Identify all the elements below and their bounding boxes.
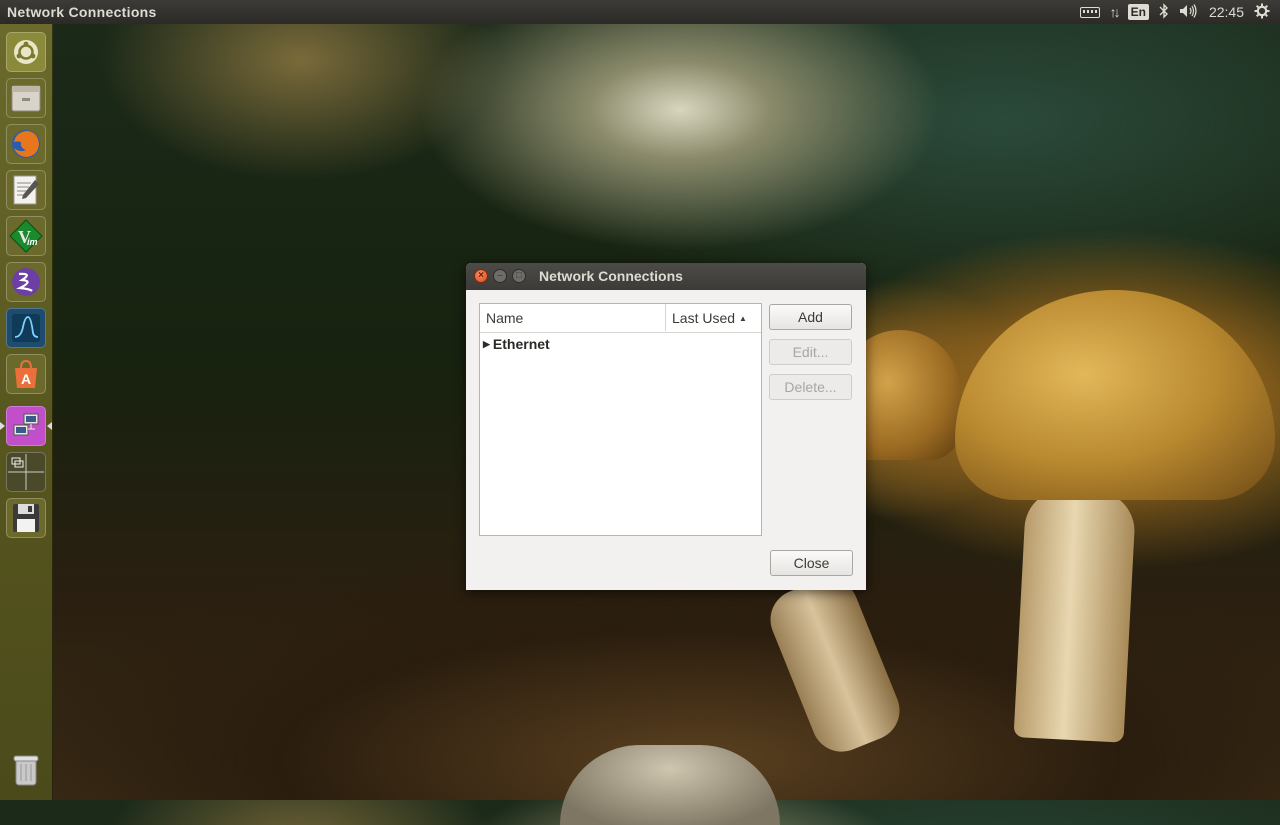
- list-header: Name Last Used ▲: [480, 304, 761, 333]
- list-item-label: Ethernet: [492, 336, 550, 352]
- gear-icon[interactable]: [1254, 3, 1270, 22]
- dialog-titlebar[interactable]: × – □ Network Connections: [466, 263, 866, 290]
- firefox-icon[interactable]: [6, 124, 46, 164]
- wallpaper-mushroom-large-stem: [1013, 487, 1137, 743]
- svg-text:A: A: [21, 371, 31, 387]
- software-center-icon[interactable]: A: [6, 354, 46, 394]
- wallpaper-rock: [560, 745, 780, 825]
- edit-button[interactable]: Edit...: [769, 339, 852, 365]
- connections-list[interactable]: Name Last Used ▲ ▶ Ethernet: [479, 303, 762, 536]
- expander-arrow-icon[interactable]: ▶: [483, 339, 490, 350]
- list-item[interactable]: ▶ Ethernet: [483, 336, 550, 352]
- bluetooth-icon[interactable]: [1159, 2, 1169, 22]
- maximize-icon: □: [515, 270, 523, 281]
- system-tray: ↑↓ En 22:45: [1079, 0, 1280, 24]
- launcher: Vim A: [0, 24, 53, 800]
- dialog-title: Network Connections: [539, 268, 683, 284]
- minimize-icon: –: [497, 270, 503, 281]
- column-header-last-used-label: Last Used: [672, 310, 736, 326]
- sort-ascending-icon: ▲: [739, 314, 747, 323]
- files-icon[interactable]: [6, 78, 46, 118]
- column-header-last-used[interactable]: Last Used ▲: [672, 310, 747, 326]
- system-monitor-icon[interactable]: [6, 308, 46, 348]
- wallpaper-mushroom-large-cap: [955, 290, 1275, 500]
- window-maximize-button[interactable]: □: [512, 269, 526, 283]
- close-button[interactable]: Close: [770, 550, 853, 576]
- vim-icon[interactable]: Vim: [6, 216, 46, 256]
- network-connections-dialog: × – □ Network Connections Name Last Used…: [466, 263, 866, 590]
- network-arrows-icon[interactable]: ↑↓: [1110, 4, 1121, 20]
- column-separator[interactable]: [665, 304, 666, 331]
- active-app-title: Network Connections: [7, 4, 157, 20]
- ubuntu-dash-icon[interactable]: [6, 32, 46, 72]
- running-indicator: [0, 422, 5, 430]
- delete-button[interactable]: Delete...: [769, 374, 852, 400]
- volume-icon[interactable]: [1179, 3, 1199, 21]
- workspace-switcher-icon[interactable]: [6, 452, 46, 492]
- add-button[interactable]: Add: [769, 304, 852, 330]
- wallpaper-mushroom-small-stem: [761, 569, 909, 761]
- trash-icon[interactable]: [6, 750, 46, 790]
- top-panel: Network Connections ↑↓ En 22:45: [0, 0, 1280, 24]
- close-icon: ×: [478, 270, 484, 281]
- keyboard-icon[interactable]: [1079, 6, 1100, 18]
- network-connections-icon[interactable]: [6, 406, 46, 446]
- language-indicator[interactable]: En: [1127, 4, 1149, 20]
- save-disk-icon[interactable]: [6, 498, 46, 538]
- column-header-name[interactable]: Name: [486, 310, 523, 326]
- window-minimize-button[interactable]: –: [493, 269, 507, 283]
- emacs-icon[interactable]: [6, 262, 46, 302]
- text-editor-icon[interactable]: [6, 170, 46, 210]
- svg-text:im: im: [27, 237, 38, 247]
- clock[interactable]: 22:45: [1209, 4, 1244, 20]
- window-close-button[interactable]: ×: [474, 269, 488, 283]
- focused-indicator: [47, 422, 52, 430]
